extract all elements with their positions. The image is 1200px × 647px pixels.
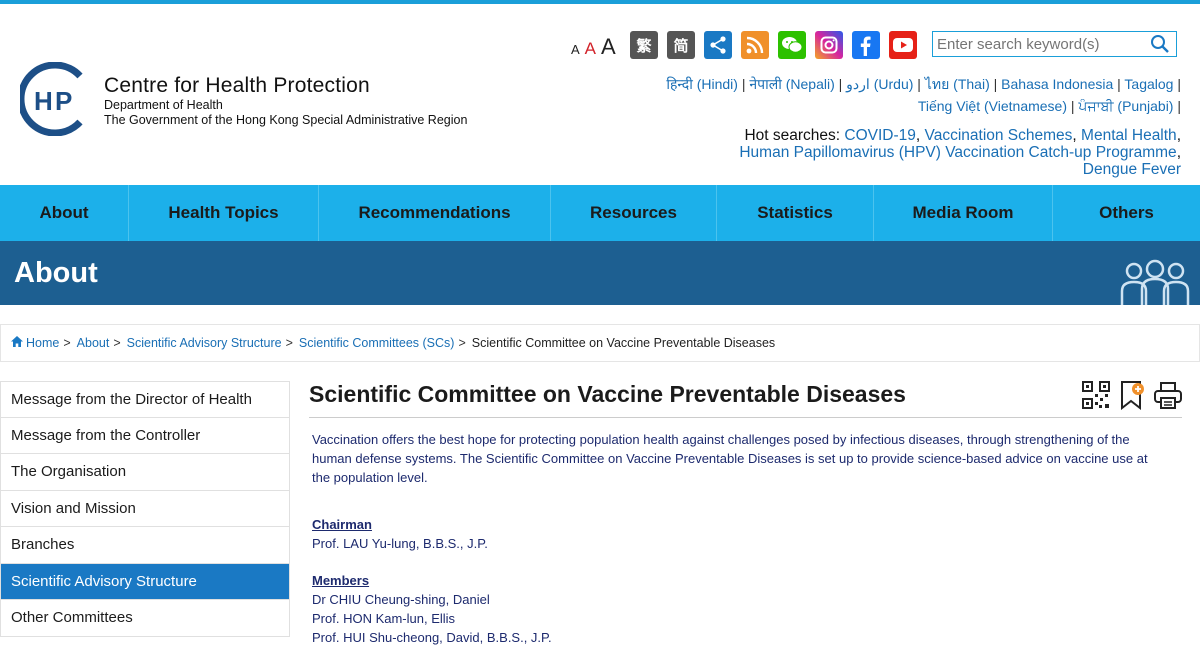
font-large-button[interactable]: A: [601, 34, 616, 60]
banner-title: About: [14, 257, 98, 289]
font-size-controls: A A A: [571, 34, 616, 60]
font-small-button[interactable]: A: [571, 42, 580, 57]
lang-nepali[interactable]: नेपाली (Nepali): [749, 76, 834, 92]
sidebar-item-scientific-advisory[interactable]: Scientific Advisory Structure: [0, 563, 290, 600]
youtube-icon[interactable]: [889, 31, 917, 59]
chairman-heading: Chairman: [312, 517, 372, 532]
intro-paragraph: Vaccination offers the best hope for pro…: [312, 432, 1148, 485]
hot-search-covid[interactable]: COVID-19: [844, 127, 916, 144]
sidebar: Message from the Director of Health Mess…: [0, 381, 290, 637]
breadcrumb-home[interactable]: Home: [26, 336, 59, 350]
members-heading: Members: [312, 573, 370, 588]
instagram-icon[interactable]: [815, 31, 843, 59]
sidebar-item-other-committees[interactable]: Other Committees: [0, 600, 290, 637]
nav-health-topics[interactable]: Health Topics: [129, 185, 319, 241]
facebook-icon[interactable]: [852, 31, 880, 59]
site-header: H P Centre for Health Protection Departm…: [0, 4, 1200, 185]
search-box: [932, 31, 1177, 57]
wechat-icon[interactable]: [778, 31, 806, 59]
sidebar-item-controller-message[interactable]: Message from the Controller: [0, 417, 290, 454]
breadcrumb-scientific-committees[interactable]: Scientific Committees (SCs): [299, 336, 455, 350]
search-icon[interactable]: [1145, 32, 1175, 56]
svg-text:H: H: [34, 86, 53, 116]
member-item: Dr CHIU Cheung-shing, Daniel: [312, 592, 490, 607]
nav-recommendations[interactable]: Recommendations: [319, 185, 551, 241]
lang-indonesian[interactable]: Bahasa Indonesia: [1001, 76, 1113, 92]
lang-tagalog[interactable]: Tagalog: [1124, 76, 1173, 92]
nav-media-room[interactable]: Media Room: [874, 185, 1053, 241]
rss-icon[interactable]: [741, 31, 769, 59]
section-banner: About: [0, 241, 1200, 305]
language-links: हिन्दी (Hindi) | नेपाली (Nepali) | اردو …: [621, 73, 1181, 117]
sidebar-item-vision-mission[interactable]: Vision and Mission: [0, 490, 290, 527]
member-item: Prof. HON Kam-lun, Ellis: [312, 611, 456, 626]
people-icon: [1120, 259, 1190, 305]
header-icon-bar: 繁 简: [630, 31, 917, 59]
font-medium-button[interactable]: A: [585, 39, 596, 59]
chp-logo[interactable]: H P: [20, 62, 92, 136]
government-name: The Government of the Hong Kong Special …: [104, 113, 468, 127]
members-section: Members Dr CHIU Cheung-shing, Daniel Pro…: [309, 571, 1182, 647]
hot-search-mental-health[interactable]: Mental Health: [1081, 127, 1177, 144]
hot-searches: Hot searches: COVID-19, Vaccination Sche…: [739, 127, 1181, 178]
traditional-chinese-button[interactable]: 繁: [630, 31, 658, 59]
nav-resources[interactable]: Resources: [551, 185, 717, 241]
hot-searches-label: Hot searches:: [744, 127, 841, 144]
page-title: Scientific Committee on Vaccine Preventa…: [309, 380, 1182, 418]
lang-punjabi[interactable]: ਪੰਜਾਬੀ (Punjabi): [1078, 98, 1173, 114]
department-name: Department of Health: [104, 98, 223, 112]
nav-about[interactable]: About: [0, 185, 129, 241]
main-nav: About Health Topics Recommendations Reso…: [0, 185, 1200, 241]
chairman-name: Prof. LAU Yu-lung, B.B.S., J.P.: [312, 536, 488, 551]
language-line-1: हिन्दी (Hindi) | नेपाली (Nepali) | اردو …: [666, 76, 1181, 92]
breadcrumb-current: Scientific Committee on Vaccine Preventa…: [471, 336, 776, 350]
sidebar-item-director-message[interactable]: Message from the Director of Health: [0, 381, 290, 418]
lang-urdu[interactable]: اردو (Urdu): [846, 76, 913, 92]
hot-search-dengue[interactable]: Dengue Fever: [1083, 161, 1181, 178]
lang-hindi[interactable]: हिन्दी (Hindi): [666, 76, 738, 92]
breadcrumb-scientific-advisory[interactable]: Scientific Advisory Structure: [127, 336, 282, 350]
org-title-block[interactable]: Centre for Health Protection Department …: [104, 74, 467, 128]
breadcrumb-about[interactable]: About: [77, 336, 110, 350]
sidebar-item-branches[interactable]: Branches: [0, 527, 290, 564]
org-name: Centre for Health Protection: [104, 74, 370, 97]
nav-statistics[interactable]: Statistics: [717, 185, 874, 241]
share-icon[interactable]: [704, 31, 732, 59]
page-tools: [1082, 380, 1182, 410]
lang-thai[interactable]: ไทย (Thai): [925, 76, 990, 92]
hot-search-vaccination[interactable]: Vaccination Schemes: [925, 127, 1073, 144]
breadcrumb: Home > About > Scientific Advisory Structu…: [0, 324, 1200, 362]
print-icon[interactable]: [1154, 380, 1182, 410]
bookmark-icon[interactable]: [1118, 380, 1146, 410]
svg-text:P: P: [55, 86, 72, 116]
lang-vietnamese[interactable]: Tiếng Việt (Vietnamese): [918, 98, 1067, 114]
language-line-2: Tiếng Việt (Vietnamese) | ਪੰਜਾਬੀ (Punjab…: [917, 98, 1181, 114]
chairman-section: Chairman Prof. LAU Yu-lung, B.B.S., J.P.: [309, 515, 1182, 553]
nav-others[interactable]: Others: [1053, 185, 1200, 241]
main-content: Scientific Committee on Vaccine Preventa…: [309, 380, 1182, 647]
sidebar-item-organisation[interactable]: The Organisation: [0, 454, 290, 491]
simplified-chinese-button[interactable]: 简: [667, 31, 695, 59]
qr-code-icon[interactable]: [1082, 380, 1110, 410]
home-icon[interactable]: [11, 336, 23, 350]
hot-search-hpv[interactable]: Human Papillomavirus (HPV) Vaccination C…: [739, 144, 1176, 161]
search-input[interactable]: [933, 35, 1145, 53]
